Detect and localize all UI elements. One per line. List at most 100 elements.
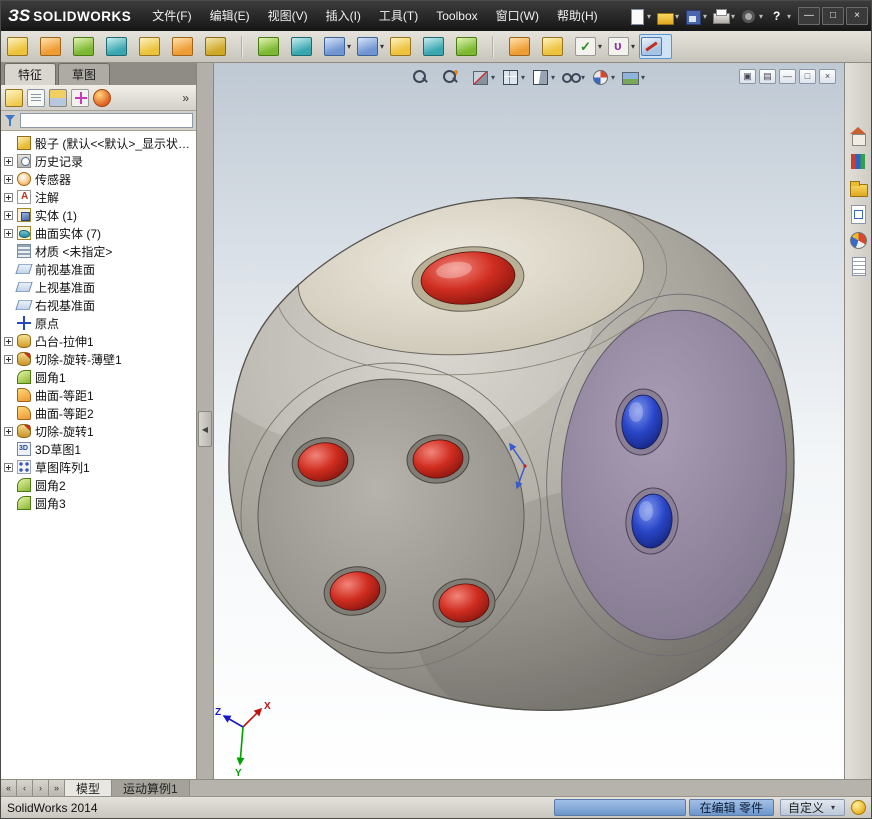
tab-scroll-prev-button[interactable]: ‹: [17, 780, 33, 796]
revolved-boss-icon[interactable]: ▾: [38, 34, 71, 59]
doc-close-button[interactable]: ×: [819, 69, 836, 84]
tree-item[interactable]: 圆角1: [1, 368, 196, 386]
dice-body[interactable]: [214, 171, 844, 763]
graphics-area[interactable]: X Z Y ▾ ▾: [214, 63, 844, 779]
solidworks-resources-icon[interactable]: [848, 127, 868, 145]
expand-plus-icon[interactable]: [4, 355, 13, 364]
dropdown-arrow-icon[interactable]: ▾: [596, 42, 604, 51]
expand-plus-icon[interactable]: [4, 427, 13, 436]
draft-icon[interactable]: ▾: [454, 34, 487, 59]
view-palette-icon[interactable]: [848, 205, 868, 223]
expand-plus-icon[interactable]: [4, 175, 13, 184]
revolved-cut-icon[interactable]: ▾: [203, 34, 236, 59]
heads-up-button[interactable]: ▾: [591, 68, 617, 86]
expand-plus-icon[interactable]: [4, 211, 13, 220]
dome-icon[interactable]: ▾: [540, 34, 573, 59]
toolbar-separator[interactable]: ▾: [487, 33, 507, 61]
tree-item[interactable]: 材质 <未指定>: [1, 242, 196, 260]
tab-scroll-next-button[interactable]: ›: [33, 780, 49, 796]
tree-item[interactable]: 曲面实体 (7): [1, 224, 196, 242]
heads-up-button[interactable]: ▾: [531, 68, 557, 86]
tree-item[interactable]: 实体 (1): [1, 206, 196, 224]
heads-up-button[interactable]: ▾: [411, 68, 437, 86]
tree-item[interactable]: 草图阵列1: [1, 458, 196, 476]
app-restore-button[interactable]: □: [822, 7, 844, 25]
extruded-boss-icon[interactable]: ▾: [5, 34, 38, 59]
spline-tool-icon[interactable]: ▾: [606, 34, 639, 59]
menu-edit[interactable]: 编辑(E): [201, 1, 259, 31]
chamfer-tool-icon[interactable]: ▾: [289, 34, 322, 59]
panel-splitter[interactable]: ◀: [197, 63, 214, 779]
expand-plus-icon[interactable]: [4, 337, 13, 346]
doc-restore-button[interactable]: □: [799, 69, 816, 84]
quick-tips-icon[interactable]: [851, 800, 866, 815]
dropdown-arrow-icon[interactable]: ▾: [519, 73, 527, 82]
dropdown-arrow-icon[interactable]: ▾: [609, 73, 617, 82]
heads-up-button[interactable]: ▾: [621, 68, 647, 86]
design-library-icon[interactable]: [848, 153, 868, 171]
quick-access-button[interactable]: ▾: [767, 9, 795, 24]
tab-features[interactable]: 特征: [4, 63, 56, 85]
dropdown-arrow-icon[interactable]: ▾: [645, 12, 653, 21]
doc-window-cascade-button[interactable]: ▤: [759, 69, 776, 84]
sketch-tool-icon[interactable]: ▾: [639, 34, 672, 59]
menu-insert[interactable]: 插入(I): [317, 1, 370, 31]
dropdown-arrow-icon[interactable]: ▾: [757, 12, 765, 21]
menu-toolbox[interactable]: Toolbox: [427, 1, 486, 31]
tree-item[interactable]: 前视基准面: [1, 260, 196, 278]
tree-item[interactable]: 圆角2: [1, 476, 196, 494]
tree-item[interactable]: 右视基准面: [1, 296, 196, 314]
sketch-pattern-tool-icon[interactable]: ▾: [355, 34, 388, 59]
appearances-icon[interactable]: [848, 231, 868, 249]
toolbar-separator[interactable]: ▾: [236, 33, 256, 61]
doc-window-tile-button[interactable]: ▣: [739, 69, 756, 84]
linear-pattern-icon[interactable]: ▾: [322, 34, 355, 59]
heads-up-button[interactable]: ▾: [561, 68, 587, 86]
tree-item[interactable]: 原点: [1, 314, 196, 332]
custom-properties-icon[interactable]: [848, 257, 868, 275]
app-close-button[interactable]: ×: [846, 7, 868, 25]
tab-model[interactable]: 模型: [65, 780, 112, 796]
dropdown-arrow-icon[interactable]: ▾: [785, 12, 793, 21]
expand-plus-icon[interactable]: [4, 463, 13, 472]
file-explorer-icon[interactable]: [848, 179, 868, 197]
panel-collapse-button[interactable]: ◀: [198, 411, 212, 447]
menu-file[interactable]: 文件(F): [143, 1, 200, 31]
menu-help[interactable]: 帮助(H): [548, 1, 607, 31]
dice-face-front[interactable]: [258, 379, 524, 653]
hole-wizard-icon[interactable]: ▾: [170, 34, 203, 59]
dropdown-arrow-icon[interactable]: ▾: [629, 42, 637, 51]
quick-access-button[interactable]: ▾: [627, 9, 655, 24]
dropdown-arrow-icon[interactable]: ▾: [378, 42, 386, 51]
dropdown-arrow-icon[interactable]: ▾: [701, 12, 709, 21]
tree-item[interactable]: 3D草图1: [1, 440, 196, 458]
tree-item[interactable]: 注解: [1, 188, 196, 206]
dropdown-arrow-icon[interactable]: ▾: [829, 803, 837, 812]
doc-minimize-button[interactable]: —: [779, 69, 796, 84]
heads-up-button[interactable]: ▾: [501, 68, 527, 86]
dropdown-arrow-icon[interactable]: ▾: [729, 12, 737, 21]
tree-item[interactable]: 历史记录: [1, 152, 196, 170]
tree-item[interactable]: 凸台-拉伸1: [1, 332, 196, 350]
shell-icon[interactable]: ▾: [421, 34, 454, 59]
dice-model[interactable]: X Z Y: [214, 63, 844, 779]
menu-tools[interactable]: 工具(T): [370, 1, 427, 31]
menu-view[interactable]: 视图(V): [259, 1, 317, 31]
configurationmanager-icon[interactable]: [49, 89, 67, 107]
tab-motion-study-1[interactable]: 运动算例1: [112, 780, 190, 796]
expand-plus-icon[interactable]: [4, 157, 13, 166]
menu-window[interactable]: 窗口(W): [487, 1, 548, 31]
expand-plus-icon[interactable]: [4, 229, 13, 238]
app-minimize-button[interactable]: —: [798, 7, 820, 25]
wrap-icon[interactable]: ▾: [507, 34, 540, 59]
fillet-tool-icon[interactable]: ▾: [256, 34, 289, 59]
tree-item[interactable]: 切除-旋转1: [1, 422, 196, 440]
tab-scroll-first-button[interactable]: «: [1, 780, 17, 796]
displaymanager-icon[interactable]: [93, 89, 111, 107]
tree-item[interactable]: 曲面-等距1: [1, 386, 196, 404]
check-feature-icon[interactable]: ▾: [573, 34, 606, 59]
heads-up-button[interactable]: ▾: [441, 68, 467, 86]
quick-access-button[interactable]: ▾: [739, 9, 767, 24]
tree-item[interactable]: 骰子 (默认<<默认>_显示状态 1: [1, 134, 196, 152]
tree-filter-input[interactable]: [20, 113, 193, 128]
